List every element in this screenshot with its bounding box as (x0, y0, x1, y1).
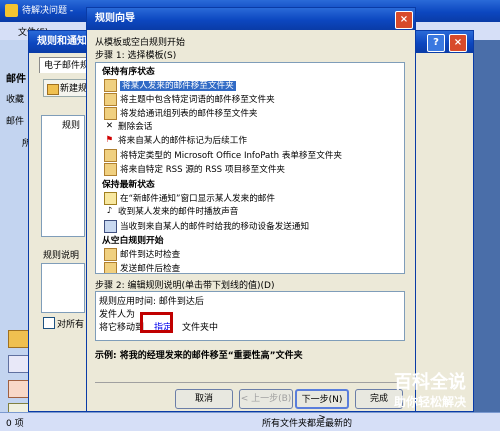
background-window-title: 待解决问题 - (22, 6, 74, 16)
watermark-logo: 百科全说 助你轻松解决 (393, 372, 466, 409)
template-mobile-alert[interactable]: 当收到来自某人的邮件时给我的移动设备发送通知 (104, 220, 309, 233)
template-move-distribution-list[interactable]: 将发给通讯组列表的邮件移至文件夹 (104, 107, 258, 120)
group-header-organized: 保持有序状态 (102, 67, 155, 77)
close-icon[interactable]: × (449, 34, 467, 52)
envelope-move-icon (104, 93, 117, 106)
dialog-separator (95, 382, 405, 383)
nav-mail[interactable]: 邮件 (6, 114, 24, 127)
outlook-icon (5, 4, 18, 17)
nav-favorites[interactable]: 收藏 (6, 92, 24, 105)
template-move-from-sender[interactable]: 将某人发来的邮件移至文件夹 (104, 79, 236, 92)
nav-header-mail: 邮件 (6, 74, 26, 85)
new-rule-icon (47, 84, 59, 95)
step1-label: 步骤 1: 选择模板(S) (95, 51, 177, 61)
template-play-sound[interactable]: ♪ 收到某人发来的邮件时播放声音 (104, 206, 239, 218)
envelope-check-icon (104, 248, 117, 261)
desc-line-apply: 规则应用时间: 邮件到达后 (99, 297, 204, 307)
status-item-count: 0 项 (6, 419, 24, 429)
flag-icon: ⚑ (105, 135, 114, 145)
rules-wizard-title: 规则向导 (95, 13, 135, 24)
template-move-infopath[interactable]: 将特定类型的 Microsoft Office InfoPath 表单移至文件夹 (104, 149, 342, 162)
rules-wizard-dialog: 规则向导 × 从模板或空白规则开始 步骤 1: 选择模板(S) 保持有序状态 将… (86, 7, 416, 423)
highlight-box (140, 312, 173, 333)
apply-all-checkbox[interactable] (43, 317, 55, 329)
rules-wizard-titlebar: 规则向导 × (87, 8, 415, 30)
envelope-move-icon (104, 163, 117, 176)
template-new-mail-alert[interactable]: 在“新邮件通知”窗口显示某人发来的邮件 (104, 192, 275, 205)
wizard-intro: 从模板或空白规则开始 (95, 38, 186, 48)
delete-x-icon: ✕ (105, 121, 114, 131)
template-delete-conversation[interactable]: ✕ 删除会话 (104, 121, 153, 133)
desc-line-sender: 发件人为 (99, 310, 136, 320)
template-flag-followup[interactable]: ⚑ 将来自某人的邮件标记为后续工作 (104, 135, 247, 147)
sound-icon: ♪ (106, 206, 113, 216)
apply-all-label: 对所有 (57, 320, 85, 330)
dialog-close-icon[interactable]: × (395, 11, 413, 29)
envelope-move-icon (104, 107, 117, 120)
back-button[interactable]: < 上一步(B) (239, 389, 293, 409)
rule-desc-box (41, 263, 85, 313)
envelope-check-icon (104, 262, 117, 273)
alert-window-icon (104, 192, 117, 205)
envelope-move-icon (104, 149, 117, 162)
rule-desc-label: 规则说明 (43, 251, 80, 261)
template-check-on-arrival[interactable]: 邮件到达时检查 (104, 248, 180, 261)
template-move-by-subject[interactable]: 将主题中包含特定词语的邮件移至文件夹 (104, 93, 275, 106)
envelope-move-icon (104, 79, 117, 92)
template-check-after-send[interactable]: 发送邮件后检查 (104, 262, 180, 273)
group-header-blank: 从空白规则开始 (102, 236, 164, 246)
cancel-button[interactable]: 取消 (175, 389, 233, 409)
desc-line-move-suffix: 文件夹中 (182, 323, 219, 333)
next-button[interactable]: 下一步(N) > (295, 389, 349, 423)
desc-line-move-prefix: 将它移动到 (99, 323, 145, 333)
status-sync: 所有文件夹都是最新的 (262, 419, 353, 429)
rules-col-header: 规则 (62, 121, 81, 131)
template-list[interactable]: 保持有序状态 将某人发来的邮件移至文件夹 将主题中包含特定词语的邮件移至文件夹 … (95, 62, 405, 274)
group-header-uptodate: 保持最新状态 (102, 180, 155, 190)
rules-list[interactable]: 规则 (41, 115, 85, 237)
mobile-device-icon (104, 220, 117, 233)
rules-alerts-title: 规则和通知 (37, 36, 87, 47)
help-icon[interactable]: ? (427, 34, 445, 52)
template-move-rss[interactable]: 将来自特定 RSS 源的 RSS 项目移至文件夹 (104, 163, 285, 176)
step2-label: 步骤 2: 编辑规则说明(单击带下划线的值)(D) (95, 281, 275, 291)
example-text: 示例: 将我的经理发来的邮件移至“重要性高”文件夹 (95, 351, 303, 361)
